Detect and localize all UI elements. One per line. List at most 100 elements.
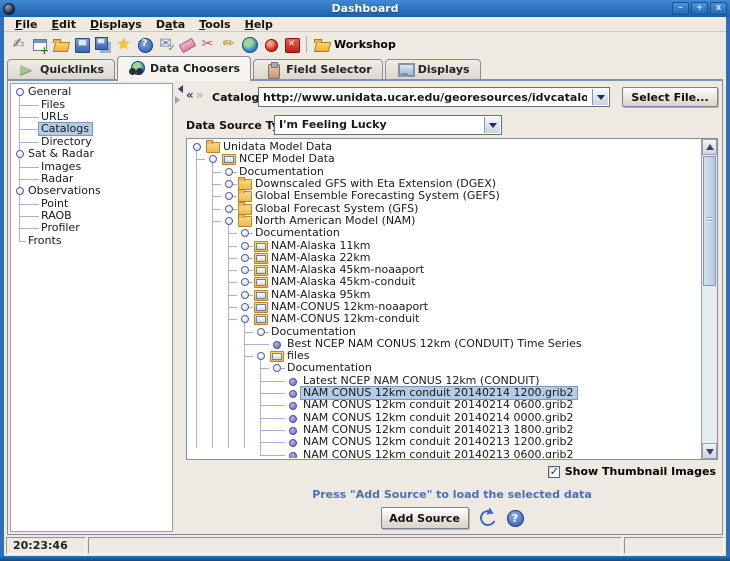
catalog-tree-row[interactable]: Global Ensemble Forecasting System (GEFS… xyxy=(189,190,700,202)
tree-handle[interactable] xyxy=(269,436,285,448)
refresh-icon[interactable] xyxy=(477,508,498,529)
catalog-tree-row[interactable]: NAM-Alaska 95km xyxy=(189,289,700,301)
tree-expand-toggle-icon[interactable] xyxy=(273,364,281,372)
sidebar-tree-row[interactable]: Point xyxy=(13,198,172,210)
sidebar-tree-row[interactable]: Sat & Radar xyxy=(13,148,172,160)
menu-displays[interactable]: Displays xyxy=(83,18,149,31)
sidebar-tree-row[interactable]: RAOB xyxy=(13,210,172,222)
tab-quicklinks[interactable]: Quicklinks xyxy=(7,59,115,79)
tree-handle[interactable] xyxy=(26,160,39,172)
tree-expand-toggle-icon[interactable] xyxy=(241,303,249,311)
sidebar-tree-row[interactable]: Observations xyxy=(13,185,172,197)
tree-expand-toggle-icon[interactable] xyxy=(241,254,249,262)
catalog-tree-row[interactable]: NAM CONUS 12km conduit 20140214 1200.gri… xyxy=(189,387,700,399)
catalog-tree-row[interactable]: Best NCEP NAM CONUS 12km (CONDUIT) Time … xyxy=(189,338,700,350)
catalog-tree-row[interactable]: NAM-CONUS 12km-noaaport xyxy=(189,301,700,313)
tree-handle[interactable] xyxy=(237,289,253,301)
tree-handle[interactable] xyxy=(26,136,39,148)
scrollbar-thumb[interactable] xyxy=(703,156,716,286)
tree-handle[interactable] xyxy=(237,264,253,276)
tree-handle[interactable] xyxy=(269,399,285,411)
sidebar-tree-row[interactable]: Profiler xyxy=(13,222,172,234)
close-button[interactable]: x xyxy=(710,2,727,15)
catalog-tree-row[interactable]: NCEP Model Data xyxy=(189,153,700,165)
workshop-folder-icon[interactable] xyxy=(312,35,331,54)
catalog-tree-row[interactable]: NAM-Alaska 11km xyxy=(189,239,700,251)
tree-handle[interactable] xyxy=(13,235,26,247)
tree-handle[interactable] xyxy=(13,86,26,98)
catalog-tree-row[interactable]: Documentation xyxy=(189,325,700,337)
save-as-icon[interactable] xyxy=(93,35,112,54)
catalog-url-combobox[interactable] xyxy=(258,87,610,107)
catalog-tree-row[interactable]: North American Model (NAM) xyxy=(189,215,700,227)
catalog-tree-row[interactable]: NAM-Alaska 22km xyxy=(189,252,700,264)
sidebar-tree-row[interactable]: Fronts xyxy=(13,235,172,247)
tree-handle[interactable] xyxy=(237,301,253,313)
tree-handle[interactable] xyxy=(269,412,285,424)
sidebar-tree-row[interactable]: Directory xyxy=(13,136,172,148)
vertical-scrollbar[interactable] xyxy=(701,139,717,459)
help-icon[interactable] xyxy=(507,510,524,527)
cut-icon[interactable] xyxy=(198,35,217,54)
tree-handle[interactable] xyxy=(237,239,253,251)
favorites-star-icon[interactable] xyxy=(114,35,133,54)
data-source-type-combobox[interactable]: I'm Feeling Lucky xyxy=(274,115,502,135)
catalog-tree-row[interactable]: Unidata Model Data xyxy=(189,141,700,153)
menu-edit[interactable]: Edit xyxy=(45,18,83,31)
tree-handle[interactable] xyxy=(269,387,285,399)
tree-handle[interactable] xyxy=(221,178,237,190)
catalog-tree-row[interactable]: files xyxy=(189,350,700,362)
tree-handle[interactable] xyxy=(13,148,26,160)
tree-handle[interactable] xyxy=(221,190,237,202)
tree-expand-toggle-icon[interactable] xyxy=(16,150,24,158)
select-file-button[interactable]: Select File... xyxy=(622,87,718,107)
save-icon[interactable] xyxy=(72,35,91,54)
send-support-icon[interactable] xyxy=(156,35,175,54)
tree-expand-toggle-icon[interactable] xyxy=(241,315,249,323)
tree-expand-toggle-icon[interactable] xyxy=(241,278,249,286)
tree-expand-toggle-icon[interactable] xyxy=(193,143,201,151)
show-thumbnails-checkbox[interactable] xyxy=(548,466,560,478)
catalog-tree-row[interactable]: NAM-Alaska 45km-conduit xyxy=(189,276,700,288)
tree-expand-toggle-icon[interactable] xyxy=(257,328,265,336)
catalog-tree-row[interactable]: Latest NCEP NAM CONUS 12km (CONDUIT) xyxy=(189,375,700,387)
catalog-url-input[interactable] xyxy=(261,89,589,105)
tree-handle[interactable] xyxy=(26,98,39,110)
menu-tools[interactable]: Tools xyxy=(192,18,237,31)
record-icon[interactable] xyxy=(261,35,280,54)
stop-icon[interactable] xyxy=(282,35,301,54)
tab-displays[interactable]: Displays xyxy=(385,59,481,79)
combo-dropdown-icon[interactable] xyxy=(592,89,608,105)
tree-handle[interactable] xyxy=(13,185,26,197)
tree-expand-toggle-icon[interactable] xyxy=(225,180,233,188)
menu-file[interactable]: File xyxy=(8,18,45,31)
tree-expand-toggle-icon[interactable] xyxy=(241,242,249,250)
tree-expand-toggle-icon[interactable] xyxy=(209,155,217,163)
open-folder-icon[interactable] xyxy=(51,35,70,54)
sidebar-tree-row[interactable]: General xyxy=(13,86,172,98)
catalog-tree-row[interactable]: Global Forecast System (GFS) xyxy=(189,202,700,214)
scroll-up-icon[interactable] xyxy=(702,139,717,155)
tree-handle[interactable] xyxy=(26,123,39,135)
catalog-tree-row[interactable]: Documentation xyxy=(189,362,700,374)
catalog-tree-row[interactable]: NAM CONUS 12km conduit 20140214 0000.gri… xyxy=(189,412,700,424)
tree-handle[interactable] xyxy=(189,141,205,153)
tree-handle[interactable] xyxy=(253,325,269,337)
sidebar-tree-row[interactable]: Files xyxy=(13,98,172,110)
catalog-tree-row[interactable]: Documentation xyxy=(189,227,700,239)
add-source-button[interactable]: Add Source xyxy=(381,507,469,529)
tree-handle[interactable] xyxy=(237,227,253,239)
tab-data-choosers[interactable]: Data Choosers xyxy=(117,56,251,79)
tree-expand-toggle-icon[interactable] xyxy=(241,291,249,299)
edit-pencil-icon[interactable] xyxy=(219,35,238,54)
sidebar-tree-row[interactable]: Radar xyxy=(13,173,172,185)
tree-handle[interactable] xyxy=(269,448,285,458)
new-window-icon[interactable] xyxy=(30,35,49,54)
help-balloon-icon[interactable] xyxy=(135,35,154,54)
tree-expand-toggle-icon[interactable] xyxy=(225,168,233,176)
tree-handle[interactable] xyxy=(221,215,237,227)
tree-handle[interactable] xyxy=(237,313,253,325)
minimize-button[interactable]: – xyxy=(672,2,689,15)
forward-icon[interactable]: » xyxy=(196,88,206,102)
sidebar-tree-row[interactable]: Catalogs xyxy=(13,123,172,135)
